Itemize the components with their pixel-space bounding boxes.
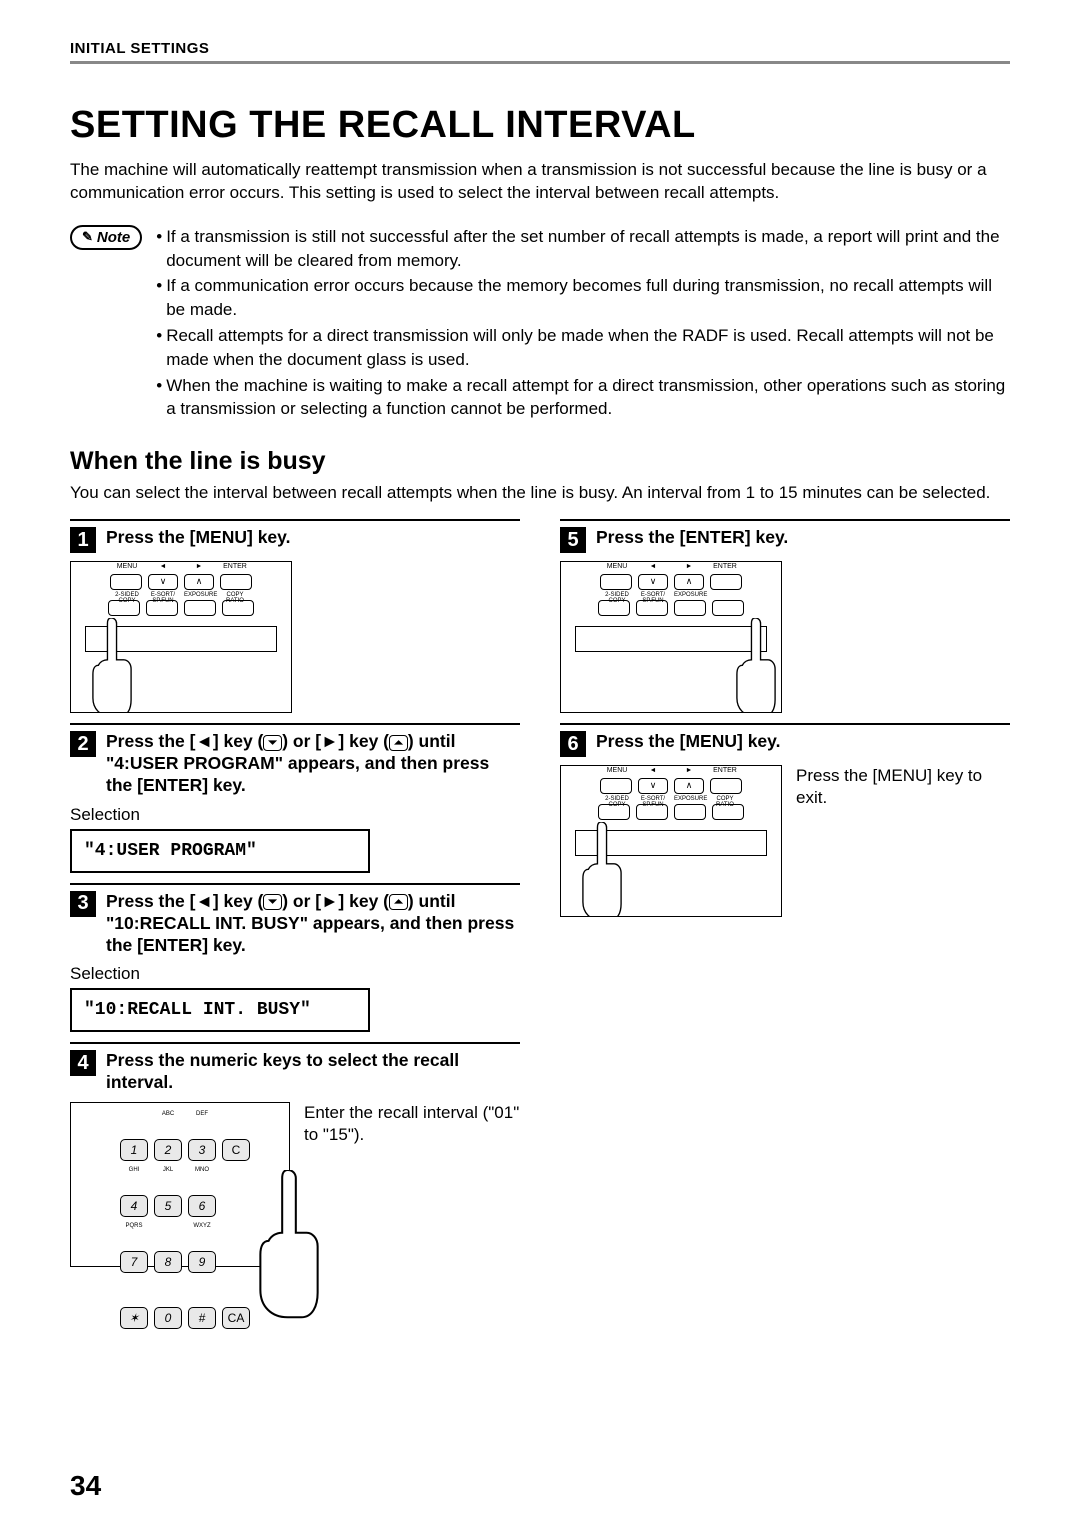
pointing-hand-icon: [733, 618, 779, 713]
right-column: 5 Press the [ENTER] key. MENU◄►ENTER ∨∧ …: [560, 519, 1010, 1277]
note-item: When the machine is waiting to make a re…: [166, 374, 1010, 422]
left-key-icon: ⏷: [263, 735, 282, 751]
control-panel-diagram: MENU◄►ENTER ∨∧ 2-SIDED COPYE-SORT/ SP.FU…: [560, 561, 782, 713]
step-title: Press the [ENTER] key.: [596, 527, 788, 549]
step-number: 2: [70, 731, 96, 757]
note-list: •If a transmission is still not successf…: [156, 225, 1010, 423]
breadcrumb: INITIAL SETTINGS: [70, 40, 1010, 64]
note-pill: ✎Note: [70, 225, 142, 250]
right-key-icon: ⏶: [389, 894, 408, 910]
step-number: 4: [70, 1050, 96, 1076]
step-4: 4 Press the numeric keys to select the r…: [70, 1042, 520, 1267]
left-key-icon: ⏷: [263, 894, 282, 910]
step-6: 6 Press the [MENU] key. MENU◄►ENTER ∨∧ 2…: [560, 723, 1010, 917]
section-heading: When the line is busy: [70, 447, 1010, 476]
step-title: Press the [MENU] key.: [596, 731, 780, 753]
selection-label: Selection: [70, 964, 520, 984]
numeric-keypad-diagram: ABCDEF 123C GHIJKLMNO 456 PQRSWXYZ 789 ✶…: [70, 1102, 290, 1267]
control-panel-diagram: MENU◄►ENTER ∨∧ 2-SIDED COPYE-SORT/ SP.FU…: [560, 765, 782, 917]
step-5: 5 Press the [ENTER] key. MENU◄►ENTER ∨∧ …: [560, 519, 1010, 713]
manual-page: INITIAL SETTINGS SETTING THE RECALL INTE…: [0, 0, 1080, 1528]
step-2: 2 Press the [◄] key (⏷) or [►] key (⏶) u…: [70, 723, 520, 873]
intro-text: The machine will automatically reattempt…: [70, 159, 1010, 205]
page-title: SETTING THE RECALL INTERVAL: [70, 104, 1010, 147]
right-key-icon: ⏶: [389, 735, 408, 751]
left-column: 1 Press the [MENU] key. MENU◄►ENTER ∨∧ 2…: [70, 519, 520, 1277]
note-item: If a transmission is still not successfu…: [166, 225, 1010, 273]
lcd-display: "10:RECALL INT. BUSY": [70, 988, 370, 1032]
pointing-hand-icon: [579, 822, 625, 917]
note-block: ✎Note •If a transmission is still not su…: [70, 225, 1010, 423]
pointing-hand-icon: [139, 1170, 183, 1270]
step-body: Enter the recall interval ("01" to "15")…: [304, 1102, 520, 1146]
note-label: Note: [97, 229, 130, 246]
step-3: 3 Press the [◄] key (⏷) or [►] key (⏶) u…: [70, 883, 520, 1033]
step-number: 1: [70, 527, 96, 553]
note-item: If a communication error occurs because …: [166, 274, 1010, 322]
note-item: Recall attempts for a direct transmissio…: [166, 324, 1010, 372]
step-title: Press the [◄] key (⏷) or [►] key (⏶) unt…: [106, 731, 520, 797]
step-title: Press the [◄] key (⏷) or [►] key (⏶) unt…: [106, 891, 520, 957]
step-1: 1 Press the [MENU] key. MENU◄►ENTER ∨∧ 2…: [70, 519, 520, 713]
step-title: Press the numeric keys to select the rec…: [106, 1050, 520, 1094]
pencil-icon: ✎: [82, 229, 93, 245]
step-body: Press the [MENU] key to exit.: [796, 765, 1010, 809]
step-number: 5: [560, 527, 586, 553]
step-number: 3: [70, 891, 96, 917]
step-title: Press the [MENU] key.: [106, 527, 290, 549]
lcd-display: "4:USER PROGRAM": [70, 829, 370, 873]
section-intro: You can select the interval between reca…: [70, 482, 1010, 505]
step-number: 6: [560, 731, 586, 757]
page-number: 34: [70, 1470, 101, 1502]
control-panel-diagram: MENU◄►ENTER ∨∧ 2-SIDED COPYE-SORT/ SP.FU…: [70, 561, 292, 713]
pointing-hand-icon: [89, 618, 135, 713]
selection-label: Selection: [70, 805, 520, 825]
